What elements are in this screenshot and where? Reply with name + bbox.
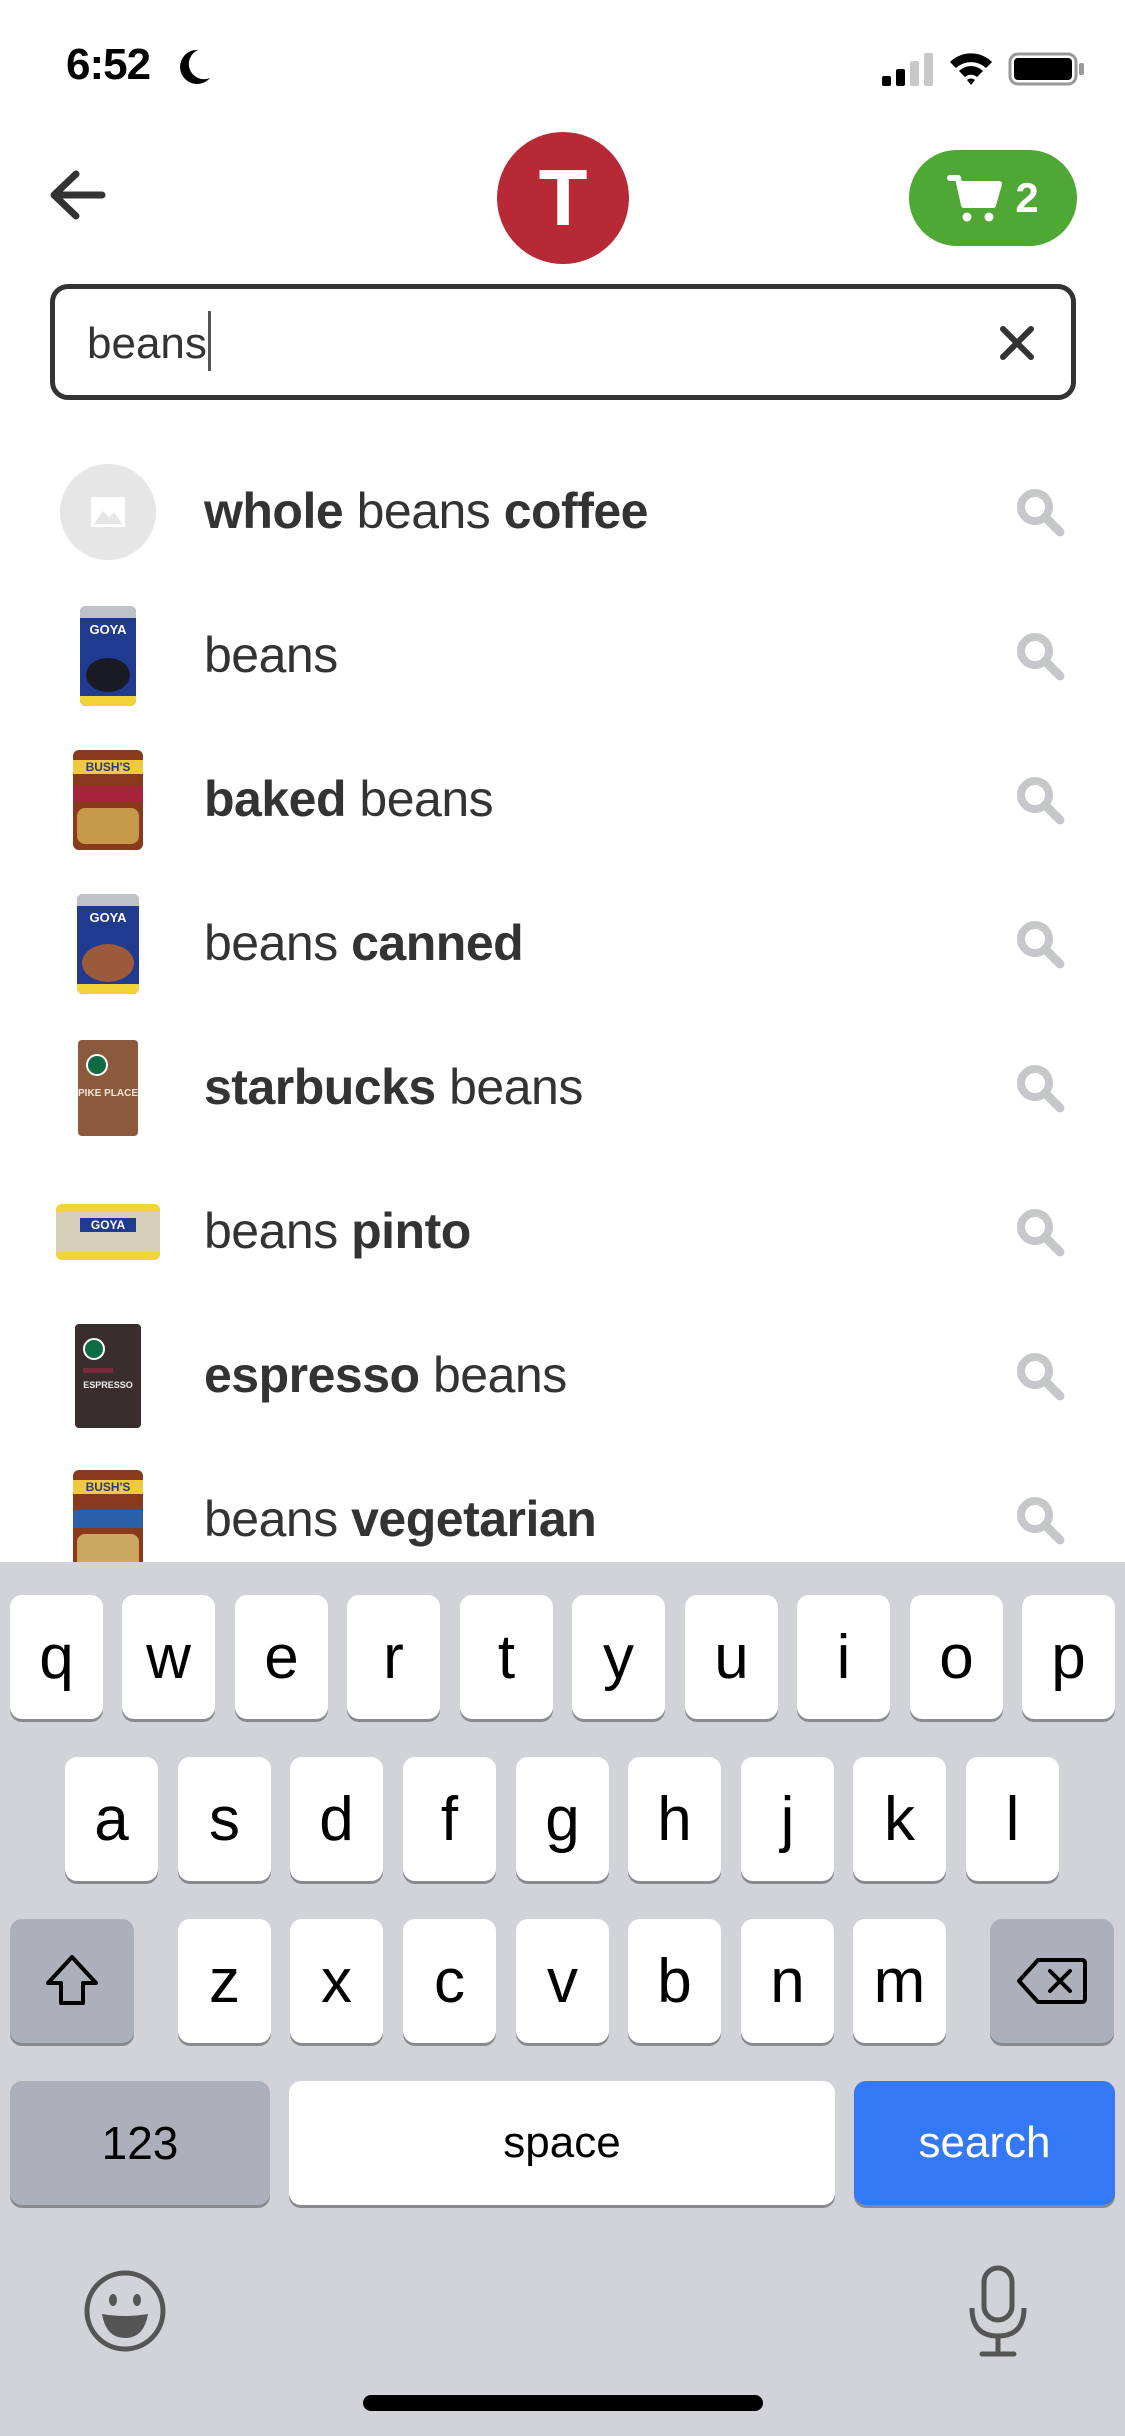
key-b[interactable]: b bbox=[628, 1919, 721, 2043]
key-w[interactable]: w bbox=[122, 1595, 215, 1719]
key-y[interactable]: y bbox=[572, 1595, 665, 1719]
key-t[interactable]: t bbox=[460, 1595, 553, 1719]
key-l[interactable]: l bbox=[966, 1757, 1059, 1881]
suggestion-item[interactable]: GOYA beans canned bbox=[0, 872, 1125, 1016]
shift-key[interactable] bbox=[10, 1919, 134, 2043]
search-icon[interactable] bbox=[1012, 628, 1068, 684]
numbers-key[interactable]: 123 bbox=[10, 2081, 270, 2205]
goya-black-beans-can-image: GOYA bbox=[56, 606, 160, 706]
suggestion-item[interactable]: BUSH'S baked beans bbox=[0, 728, 1125, 872]
key-x[interactable]: x bbox=[290, 1919, 383, 2043]
key-n[interactable]: n bbox=[741, 1919, 834, 2043]
suggestion-item[interactable]: GOYA beans pinto bbox=[0, 1160, 1125, 1304]
key-q[interactable]: q bbox=[10, 1595, 103, 1719]
key-e[interactable]: e bbox=[235, 1595, 328, 1719]
close-icon[interactable] bbox=[993, 319, 1041, 367]
cart-button[interactable]: 2 bbox=[909, 150, 1077, 246]
home-indicator[interactable] bbox=[363, 2395, 763, 2411]
search-icon[interactable] bbox=[1012, 772, 1068, 828]
shift-icon bbox=[46, 1955, 98, 2005]
search-icon[interactable] bbox=[1012, 1492, 1068, 1548]
key-o[interactable]: o bbox=[910, 1595, 1003, 1719]
space-key[interactable]: space bbox=[289, 2081, 835, 2205]
key-c[interactable]: c bbox=[403, 1919, 496, 2043]
bushs-baked-beans-can-image: BUSH'S bbox=[56, 750, 160, 850]
wifi-icon bbox=[950, 53, 992, 85]
search-key[interactable]: search bbox=[854, 2081, 1115, 2205]
key-f[interactable]: f bbox=[403, 1757, 496, 1881]
key-a[interactable]: a bbox=[65, 1757, 158, 1881]
suggestion-item[interactable]: ESPRESSO espresso beans bbox=[0, 1304, 1125, 1448]
suggestion-text: beans canned bbox=[204, 915, 524, 971]
key-p[interactable]: p bbox=[1022, 1595, 1115, 1719]
placeholder-image-icon bbox=[56, 462, 160, 562]
starbucks-espresso-bag-image: ESPRESSO bbox=[56, 1324, 160, 1428]
emoji-icon[interactable] bbox=[82, 2268, 168, 2354]
search-input-value: beans bbox=[87, 319, 207, 368]
microphone-icon[interactable] bbox=[966, 2264, 1030, 2360]
key-s[interactable]: s bbox=[178, 1757, 271, 1881]
suggestion-item[interactable]: PIKE PLACE starbucks beans bbox=[0, 1016, 1125, 1160]
suggestion-text: beans pinto bbox=[204, 1203, 471, 1259]
key-m[interactable]: m bbox=[853, 1919, 946, 2043]
suggestion-text: whole beans coffee bbox=[204, 483, 648, 539]
key-v[interactable]: v bbox=[516, 1919, 609, 2043]
backspace-icon bbox=[1017, 1958, 1087, 2004]
battery-icon bbox=[1008, 52, 1084, 86]
key-u[interactable]: u bbox=[685, 1595, 778, 1719]
key-z[interactable]: z bbox=[178, 1919, 271, 2043]
cart-count: 2 bbox=[1015, 174, 1039, 221]
key-k[interactable]: k bbox=[853, 1757, 946, 1881]
key-g[interactable]: g bbox=[516, 1757, 609, 1881]
bushs-vegetarian-beans-can-image: BUSH'S bbox=[56, 1470, 160, 1580]
search-input[interactable]: beans bbox=[50, 284, 1076, 400]
search-icon[interactable] bbox=[1012, 1060, 1068, 1116]
cart-icon bbox=[947, 175, 1003, 222]
status-time: 6:52 bbox=[66, 40, 151, 89]
goya-pinto-beans-bag-image: GOYA bbox=[56, 1182, 160, 1282]
moon-icon bbox=[180, 49, 210, 84]
key-d[interactable]: d bbox=[290, 1757, 383, 1881]
goya-pinto-beans-can-image: GOYA bbox=[56, 894, 160, 994]
key-h[interactable]: h bbox=[628, 1757, 721, 1881]
search-icon[interactable] bbox=[1012, 484, 1068, 540]
keyboard: q w e r t y u i o p a s d f g h j k l z … bbox=[0, 1562, 1125, 2436]
suggestion-item[interactable]: whole beans coffee bbox=[0, 440, 1125, 584]
key-r[interactable]: r bbox=[347, 1595, 440, 1719]
suggestion-item[interactable]: GOYA beans bbox=[0, 584, 1125, 728]
cellular-signal-icon bbox=[882, 53, 933, 86]
search-icon[interactable] bbox=[1012, 916, 1068, 972]
suggestion-text: baked beans bbox=[204, 771, 494, 827]
suggestion-text: beans bbox=[204, 627, 338, 683]
key-i[interactable]: i bbox=[797, 1595, 890, 1719]
suggestion-text: starbucks beans bbox=[204, 1059, 583, 1115]
starbucks-pike-place-bag-image: PIKE PLACE bbox=[56, 1038, 160, 1138]
store-avatar[interactable]: T bbox=[497, 132, 629, 264]
delete-key[interactable] bbox=[990, 1919, 1114, 2043]
search-icon[interactable] bbox=[1012, 1348, 1068, 1404]
search-icon[interactable] bbox=[1012, 1204, 1068, 1260]
text-caret bbox=[207, 311, 211, 372]
key-j[interactable]: j bbox=[741, 1757, 834, 1881]
back-arrow-icon[interactable] bbox=[40, 160, 110, 230]
suggestion-text: beans vegetarian bbox=[204, 1491, 597, 1547]
suggestion-text: espresso beans bbox=[204, 1347, 567, 1403]
